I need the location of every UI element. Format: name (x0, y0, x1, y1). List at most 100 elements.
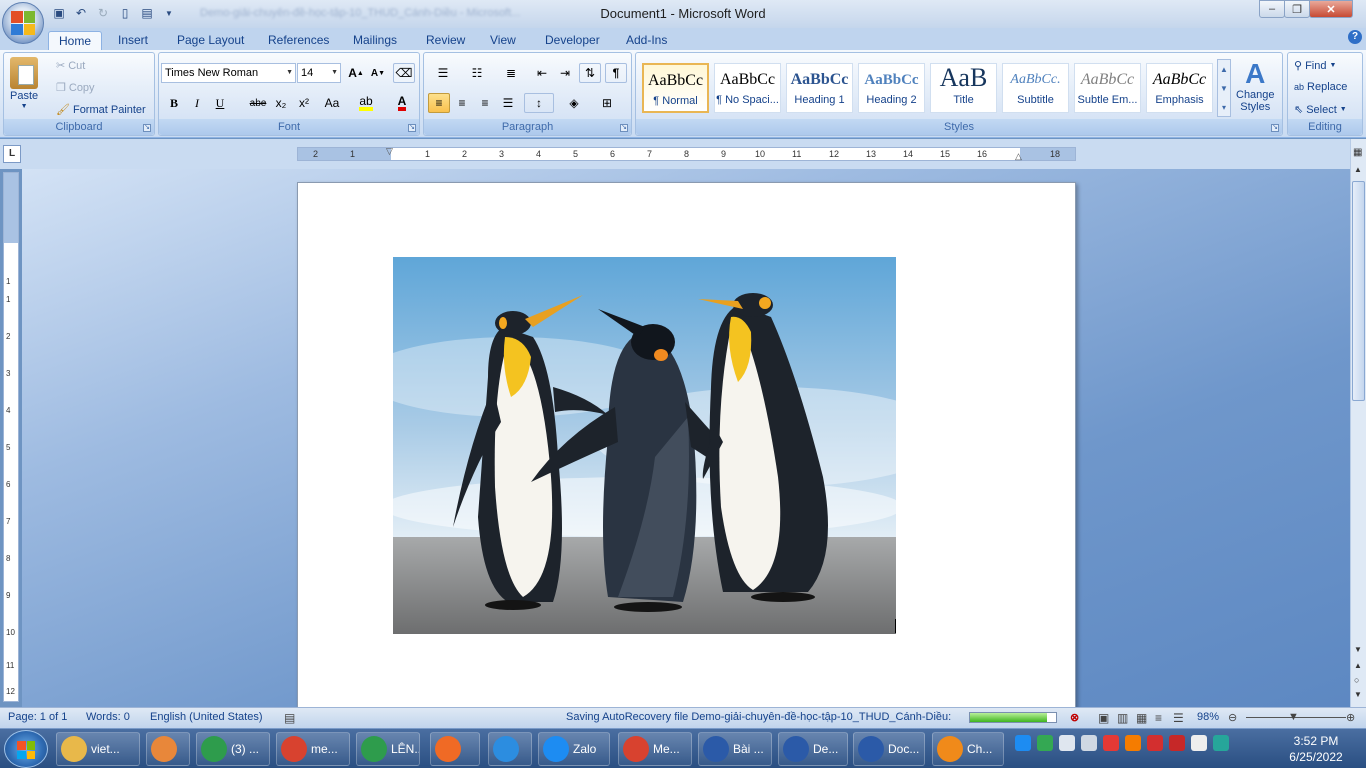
tab-mailings[interactable]: Mailings (343, 31, 407, 50)
next-page-icon[interactable]: ▼ (1354, 690, 1362, 699)
tab-home[interactable]: Home (48, 31, 103, 50)
styles-gallery-scroll[interactable]: ▲ ▼ ▾ (1217, 59, 1231, 117)
font-name-combobox[interactable]: Times New Roman ▼ (161, 63, 296, 83)
change-case-button[interactable]: Aa (317, 93, 347, 113)
page-count-status[interactable]: Page: 1 of 1 (8, 711, 67, 723)
zoom-in-icon[interactable]: ⊕ (1346, 711, 1355, 724)
align-center-icon[interactable]: ≡ (451, 93, 473, 113)
zoom-slider-thumb[interactable]: ▼ (1288, 711, 1299, 723)
tab-review[interactable]: Review (416, 31, 475, 50)
decrease-indent-icon[interactable]: ⇤ (531, 63, 553, 83)
superscript-button[interactable]: x² (293, 93, 315, 113)
help-icon[interactable]: ? (1348, 30, 1362, 44)
change-styles-button[interactable]: A Change Styles (1236, 59, 1275, 114)
borders-icon[interactable]: ⊞ (592, 93, 622, 113)
tab-view[interactable]: View (480, 31, 526, 50)
show-hide-formatting-icon[interactable]: ¶ (605, 63, 627, 83)
tab-add-ins[interactable]: Add-Ins (616, 31, 677, 50)
vivaldi-tray-icon[interactable] (1147, 735, 1163, 751)
copy-button[interactable]: ❐ Copy (56, 81, 95, 95)
multilevel-list-icon[interactable]: ≣ (496, 63, 526, 83)
tab-selector[interactable]: L (3, 145, 21, 163)
paste-button[interactable]: Paste ▼ (10, 57, 38, 110)
scroll-down-icon[interactable]: ▼ (1354, 645, 1362, 654)
numbering-icon[interactable]: ☷ (462, 63, 492, 83)
sort-icon[interactable]: ⇅ (579, 63, 601, 83)
security-tray-icon[interactable] (1169, 735, 1185, 751)
justify-icon[interactable]: ☰ (497, 93, 519, 113)
taskbar-item-word-bai[interactable]: Bài ... (698, 732, 772, 766)
shading-icon[interactable]: ◈ (559, 93, 589, 113)
font-size-combobox[interactable]: 14 ▼ (297, 63, 341, 83)
taskbar-item-media-player[interactable] (146, 732, 190, 766)
full-screen-reading-icon[interactable]: ▥ (1117, 711, 1128, 725)
print-layout-view-icon[interactable]: ▣ (1098, 711, 1109, 725)
macro-recording-icon[interactable]: ▤ (284, 711, 295, 725)
clock[interactable]: 3:52 PM 6/25/2022 (1280, 733, 1352, 765)
increase-indent-icon[interactable]: ⇥ (554, 63, 576, 83)
bullets-icon[interactable]: ☰ (428, 63, 458, 83)
taskbar-item-firefox[interactable] (430, 732, 480, 766)
penguins-picture[interactable] (393, 257, 896, 634)
tab-insert[interactable]: Insert (108, 31, 158, 50)
style-no-spacing[interactable]: AaBbCc ¶ No Spaci... (714, 63, 781, 113)
tab-references[interactable]: References (258, 31, 339, 50)
scroll-thumb[interactable] (1352, 181, 1365, 401)
tab-page-layout[interactable]: Page Layout (167, 31, 254, 50)
scroll-up-icon[interactable]: ▲ (1354, 165, 1362, 174)
network-icon[interactable] (1081, 735, 1097, 751)
style-heading-1[interactable]: AaBbCc Heading 1 (786, 63, 853, 113)
style-subtitle[interactable]: AaBbCc. Subtitle (1002, 63, 1069, 113)
style-heading-2[interactable]: AaBbCc Heading 2 (858, 63, 925, 113)
document-page[interactable] (297, 182, 1076, 707)
taskbar-item-chrome-pdf[interactable]: Ch... (932, 732, 1004, 766)
paragraph-dialog-launcher[interactable]: ↘ (620, 124, 628, 132)
clear-formatting-icon[interactable]: ⌫ (393, 63, 415, 83)
underline-button[interactable]: U (209, 93, 231, 113)
vertical-scrollbar[interactable]: ▦ ▲ ▼ ▲ ○ ▼ (1350, 139, 1366, 707)
taskbar-item-chrome-1[interactable]: (3) ... (196, 732, 270, 766)
clipboard-dialog-launcher[interactable]: ↘ (143, 124, 151, 132)
minimize-button[interactable]: – (1259, 0, 1285, 18)
zoom-level[interactable]: 98% (1197, 711, 1219, 723)
strikethrough-button[interactable]: abe (247, 93, 269, 113)
word-count-status[interactable]: Words: 0 (86, 711, 130, 723)
antivirus-icon[interactable] (1103, 735, 1119, 751)
align-left-icon[interactable]: ≡ (428, 93, 450, 113)
taskbar-item-zalo[interactable]: Zalo (538, 732, 610, 766)
style-emphasis[interactable]: AaBbCc Emphasis (1146, 63, 1213, 113)
font-color-icon[interactable]: A (387, 93, 417, 113)
cut-button[interactable]: ✂ Cut (56, 59, 85, 73)
draft-view-icon[interactable]: ☰ (1173, 711, 1184, 725)
app-tray-icon[interactable] (1125, 735, 1141, 751)
language-status[interactable]: English (United States) (150, 711, 263, 723)
taskbar-item-chrome-3[interactable]: LÊN... (356, 732, 420, 766)
select-button[interactable]: ⇖ Select ▼ (1294, 103, 1347, 117)
zoom-out-icon[interactable]: ⊖ (1228, 711, 1237, 724)
style-normal[interactable]: AaBbCc ¶ Normal (642, 63, 709, 113)
format-painter-button[interactable]: 🖌 Format Painter (56, 103, 146, 117)
line-spacing-icon[interactable]: ↕ (524, 93, 554, 113)
ruler-toggle-icon[interactable]: ▦ (1353, 147, 1362, 158)
subscript-button[interactable]: x₂ (270, 93, 292, 113)
flag-icon[interactable] (1191, 735, 1207, 751)
find-button[interactable]: ⚲ Find ▼ (1294, 59, 1336, 73)
volume-icon[interactable] (1059, 735, 1075, 751)
font-dialog-launcher[interactable]: ↘ (408, 124, 416, 132)
previous-page-icon[interactable]: ▲ (1354, 661, 1362, 670)
notification-icon[interactable] (1213, 735, 1229, 751)
style-subtle-emphasis[interactable]: AaBbCc Subtle Em... (1074, 63, 1141, 113)
tab-developer[interactable]: Developer (535, 31, 610, 50)
outline-view-icon[interactable]: ≡ (1155, 711, 1162, 725)
taskbar-item-chrome-4[interactable]: Me... (618, 732, 692, 766)
style-title[interactable]: AaB Title (930, 63, 997, 113)
horizontal-ruler[interactable]: 2 1 1 2 3 4 5 6 7 8 9 10 11 12 13 14 15 … (297, 146, 1076, 162)
restore-button[interactable]: ❐ (1284, 0, 1310, 18)
right-indent-marker[interactable]: △ (1015, 151, 1022, 162)
close-button[interactable]: ✕ (1309, 0, 1353, 18)
vertical-ruler[interactable]: 1 1 2 3 4 5 6 7 8 9 10 11 12 (3, 172, 19, 702)
taskbar-item-word-de[interactable]: De... (778, 732, 848, 766)
office-button[interactable] (2, 2, 44, 44)
styles-dialog-launcher[interactable]: ↘ (1271, 124, 1279, 132)
taskbar-item-internet-explorer[interactable] (488, 732, 532, 766)
